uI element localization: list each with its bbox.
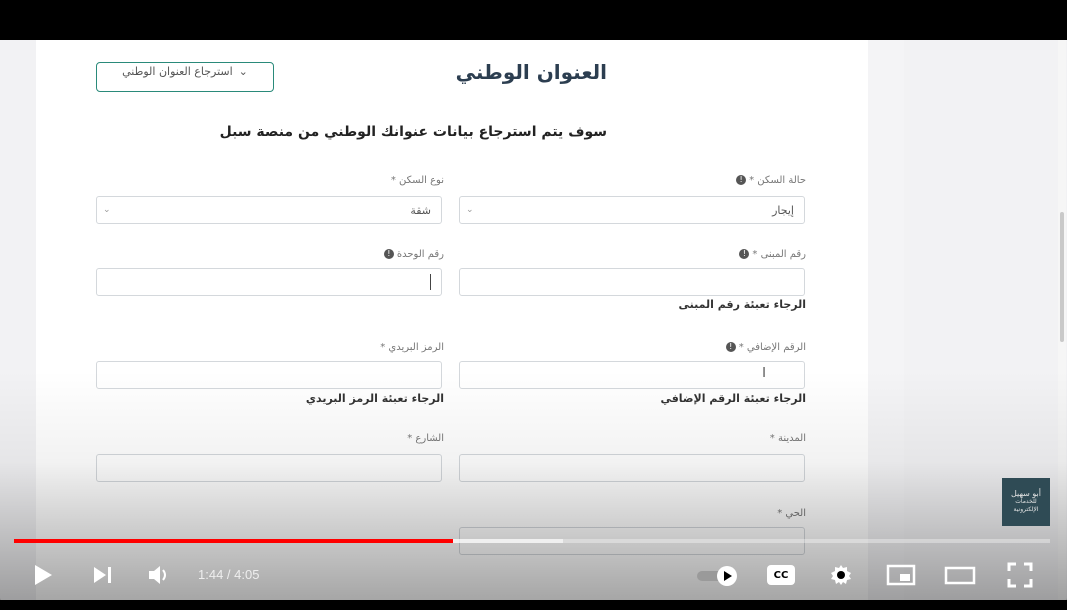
volume-button[interactable] <box>144 561 176 589</box>
fullscreen-button[interactable] <box>1004 561 1036 589</box>
housing-status-label-text: حالة السكن * <box>749 175 806 186</box>
progress-played <box>14 539 454 543</box>
housing-status-select[interactable]: إيجار ⌄ <box>459 196 805 224</box>
captions-icon: CC <box>767 565 795 585</box>
miniplayer-button[interactable] <box>884 561 918 589</box>
text-cursor <box>430 274 431 290</box>
housing-type-select[interactable]: شقة ⌄ <box>96 196 442 224</box>
section-title: العنوان الوطني <box>455 60 607 84</box>
district-label: الحي * <box>777 508 806 519</box>
channel-watermark[interactable]: أبو سهيل للخدمات الإلكترونية <box>1002 478 1050 526</box>
housing-type-value: شقة <box>410 203 431 217</box>
building-number-input[interactable] <box>459 268 805 296</box>
theater-mode-button[interactable] <box>942 561 978 589</box>
volume-icon <box>149 566 166 584</box>
chevron-down-icon: ⌄ <box>466 205 474 215</box>
player-top-bar <box>0 0 1067 40</box>
miniplayer-icon <box>886 564 916 586</box>
theater-mode-icon <box>944 566 976 585</box>
additional-number-label-text: الرقم الإضافي * <box>738 342 806 353</box>
time-display: 1:44 / 4:05 <box>198 567 260 582</box>
street-label: الشارع * <box>407 433 444 444</box>
page-scrollbar-thumb[interactable] <box>1060 212 1064 342</box>
building-number-label-text: رقم المبنى * <box>752 249 806 260</box>
video-frame[interactable]: العنوان الوطني استرجاع العنوان الوطني ⌄ … <box>0 40 1067 600</box>
fullscreen-icon <box>1007 562 1033 588</box>
info-icon: ! <box>725 342 736 352</box>
housing-status-value: إيجار <box>772 203 794 217</box>
info-icon: ! <box>739 249 750 259</box>
additional-number-label: الرقم الإضافي *! <box>725 342 806 353</box>
chevron-down-icon: ⌄ <box>103 205 111 215</box>
settings-button[interactable] <box>826 561 856 589</box>
postal-code-label: الرمز البريدي * <box>380 342 444 353</box>
progress-bar[interactable] <box>14 539 1050 543</box>
retrieve-address-button[interactable]: استرجاع العنوان الوطني ⌄ <box>96 62 274 92</box>
player-controls: 1:44 / 4:05 CC <box>0 555 1067 595</box>
unit-number-label: رقم الوحدة! <box>383 249 444 260</box>
additional-number-input[interactable]: I <box>459 361 805 389</box>
i-beam-cursor-icon: I <box>762 366 766 381</box>
retrieve-address-label: استرجاع العنوان الوطني <box>122 64 233 78</box>
info-icon: ! <box>383 249 394 259</box>
autoplay-toggle-icon <box>697 566 737 586</box>
next-icon <box>94 567 111 583</box>
postal-code-input[interactable] <box>96 361 442 389</box>
video-player[interactable]: العنوان الوطني استرجاع العنوان الوطني ⌄ … <box>0 0 1067 610</box>
additional-number-error: الرجاء تعبئة الرقم الإضافي <box>660 392 806 405</box>
form-page: العنوان الوطني استرجاع العنوان الوطني ⌄ … <box>36 40 868 600</box>
building-number-error: الرجاء تعبئة رقم المبنى <box>678 298 806 311</box>
captions-button[interactable]: CC <box>765 561 797 589</box>
housing-type-label: نوع السكن * <box>390 175 444 186</box>
play-button[interactable] <box>28 561 58 589</box>
next-button[interactable] <box>88 561 118 589</box>
page-side-panel <box>868 40 904 600</box>
housing-status-label: حالة السكن *! <box>736 175 806 186</box>
chevron-down-icon: ⌄ <box>238 64 248 78</box>
settings-icon <box>831 565 851 585</box>
watermark-line1: أبو سهيل <box>1011 489 1041 498</box>
city-label: المدينة * <box>769 433 806 444</box>
street-input[interactable] <box>96 454 442 482</box>
captions-label: CC <box>773 569 789 581</box>
play-icon <box>35 565 52 585</box>
autoplay-toggle[interactable] <box>694 561 740 589</box>
unit-number-input[interactable] <box>96 268 442 296</box>
watermark-line2: للخدمات الإلكترونية <box>1013 498 1039 513</box>
info-icon: ! <box>736 175 747 185</box>
building-number-label: رقم المبنى *! <box>739 249 806 260</box>
unit-number-label-text: رقم الوحدة <box>396 249 444 260</box>
form-subtitle: سوف يتم استرجاع بيانات عنوانك الوطني من … <box>219 124 607 140</box>
postal-code-error: الرجاء تعبئة الرمز البريدي <box>305 392 444 405</box>
city-input[interactable] <box>459 454 805 482</box>
